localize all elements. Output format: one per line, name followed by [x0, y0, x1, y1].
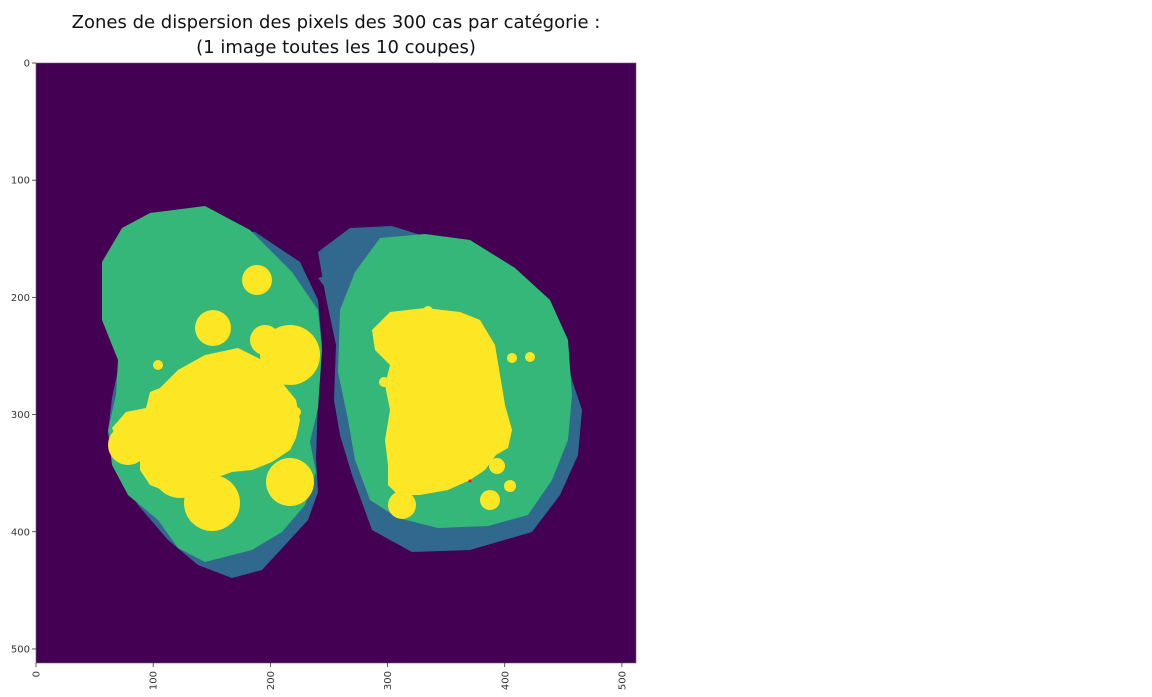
y-tick-label: 0	[24, 59, 30, 70]
x-tick-label: 500	[617, 671, 628, 690]
red-marker	[468, 479, 472, 483]
y-tick-label: 200	[11, 293, 30, 304]
y-tick-label: 500	[11, 644, 30, 655]
y-tick-label: 100	[11, 176, 30, 187]
x-axis: 0 100 200 300 400 500	[32, 663, 628, 690]
x-tick-label: 400	[500, 671, 511, 690]
chart-svg: 0 100 200 300 400 500 0 100 200 300 400 500	[11, 59, 637, 690]
x-tick-label: 100	[149, 671, 160, 690]
y-tick-label: 300	[11, 410, 30, 421]
heatmap-image	[36, 63, 636, 663]
x-tick-label: 300	[383, 671, 394, 690]
x-tick-label: 200	[266, 671, 277, 690]
x-tick-label: 0	[32, 671, 43, 677]
y-tick-label: 400	[11, 527, 30, 538]
y-axis: 0 100 200 300 400 500	[11, 59, 36, 655]
